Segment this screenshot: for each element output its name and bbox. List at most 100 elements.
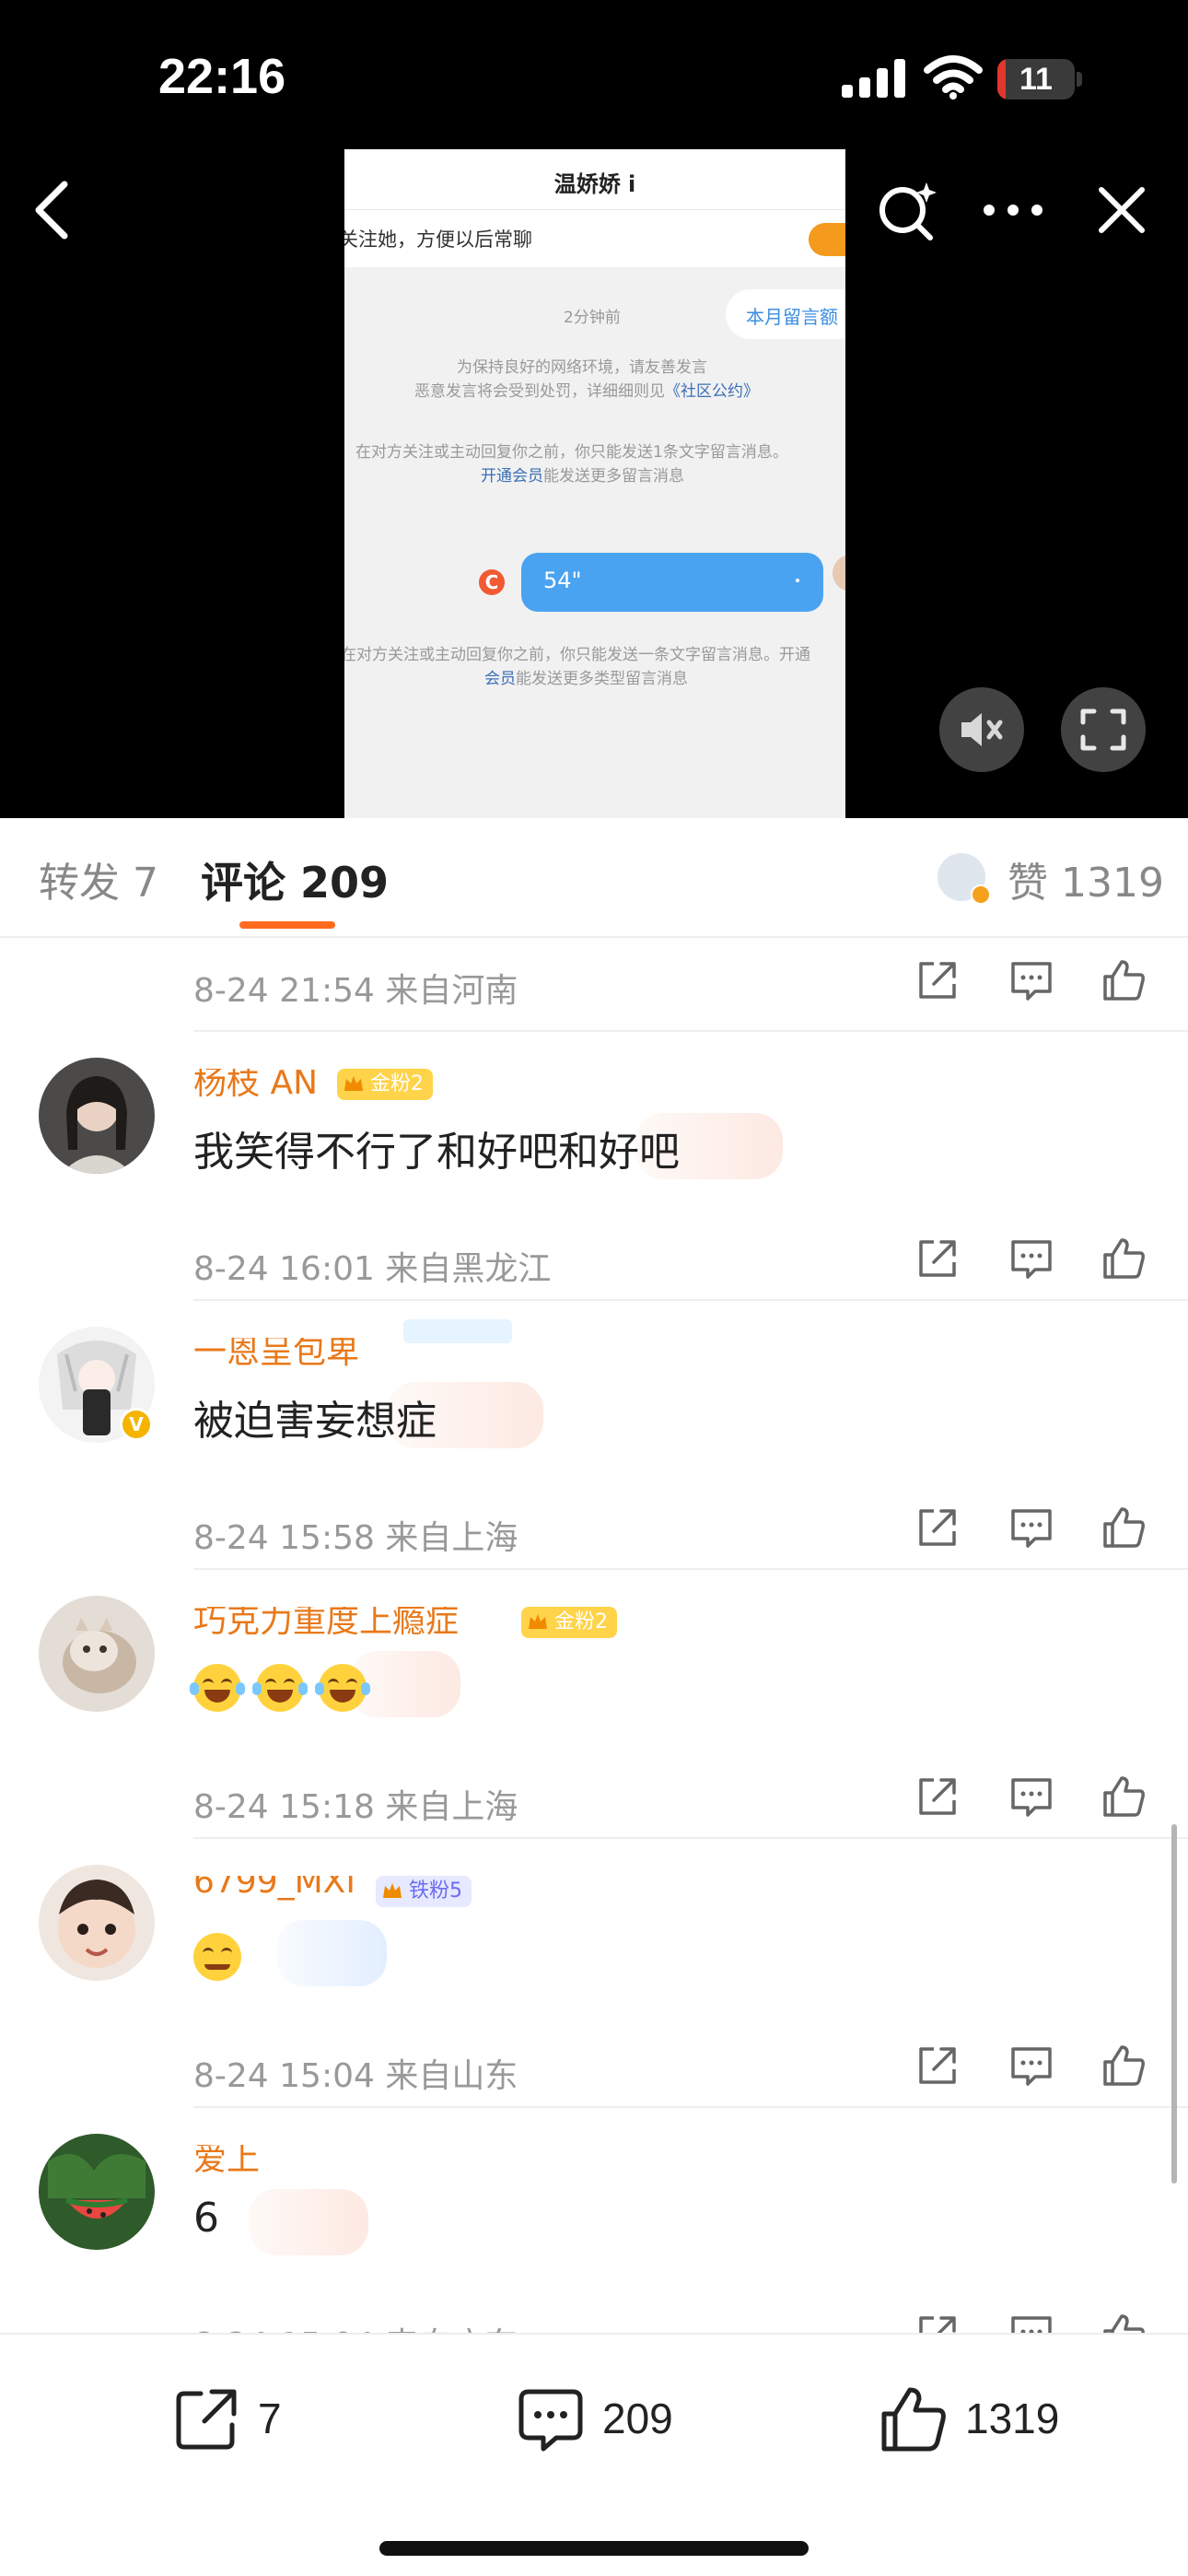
back-icon[interactable] (26, 175, 77, 245)
comment-meta: 8-24 15:04 来自广东 (193, 2318, 518, 2333)
fullscreen-icon (1080, 708, 1126, 751)
comment-meta: 8-24 15:58 来自上海 (193, 1519, 518, 1557)
avatar[interactable] (39, 1865, 155, 1981)
like-count: 1319 (965, 2395, 1060, 2442)
share-icon[interactable] (914, 2311, 961, 2333)
fan-badge (403, 1319, 512, 1343)
comment-item: 爱上 6 8-24 15:04 来自广东 (0, 2106, 1188, 2333)
tab-comments[interactable]: 评论 209 (201, 849, 389, 910)
avatar[interactable] (39, 2134, 155, 2250)
community-rules-link: 《社区公约》 (665, 382, 759, 401)
comment-icon[interactable] (1007, 2311, 1055, 2333)
bottom-action-bar: 7 209 1319 (0, 2333, 1188, 2576)
comment-item: 6799_MXI 铁粉5 8-24 15:04 来自山东 (0, 1837, 1188, 2106)
comment-item: 8-24 21:54 来自河南 (0, 938, 1188, 1021)
thumbs-up-icon[interactable] (1100, 1504, 1147, 1551)
vip-link-2: 会员 (484, 670, 516, 688)
comment-username[interactable]: 一恩呈包卑 (193, 1338, 359, 1373)
quota-label: 本月留言额 (746, 306, 838, 328)
chat-time: 2分钟前 (564, 309, 621, 327)
comment-item: 杨枝 AN 金粉2 我笑得不行了和好吧和好吧 8-24 16:01 来自黑龙江 (0, 1030, 1188, 1299)
share-icon[interactable] (914, 1773, 961, 1821)
comment-emoji (193, 1931, 256, 1981)
tab-likes[interactable]: 赞 1319 (1007, 849, 1164, 908)
voice-duration: 54" (543, 568, 582, 593)
video-frame-chat-screenshot: 温娇娇 i 关注她，方便以后常聊 2分钟前 本月留言额 为保持良好的网络环境，请… (344, 149, 845, 818)
share-icon[interactable] (914, 2042, 961, 2090)
hammer-emoji-icon (193, 1933, 241, 1981)
comment-item: V 一恩呈包卑 被迫害妄想症 8-24 15:58 来自上海 (0, 1299, 1188, 1568)
laugh-cry-emoji-icon (252, 1664, 308, 1712)
vip-link-1: 开通会员 (481, 467, 543, 486)
limit-notice-2a: 在对方关注或主动回复你之前，你只能发送一条文字留言消息。开通 (344, 646, 810, 664)
retry-icon: C (479, 569, 505, 595)
share-icon[interactable] (914, 1235, 961, 1282)
fan-badge: 金粉2 (521, 1607, 617, 1638)
weibo-post-detail: 22:16 11 温娇娇 i 关注她，方便以后常聊 2分钟前 本月留言额 为保持… (0, 0, 1188, 2576)
comment-decoration (276, 1920, 387, 1986)
mute-button[interactable] (939, 687, 1024, 772)
search-sparkle-icon[interactable] (875, 177, 941, 243)
repost-icon (176, 2389, 237, 2450)
chat-title: 温娇娇 i (553, 171, 636, 197)
liker-avatar (936, 851, 991, 905)
comment-username[interactable]: 6799_MXI (193, 1876, 355, 1901)
avatar[interactable] (39, 1058, 155, 1174)
fullscreen-button[interactable] (1061, 687, 1146, 772)
comment-icon (518, 2389, 583, 2452)
sender-avatar (833, 555, 845, 591)
cellular-signal-icon (842, 59, 905, 98)
share-icon[interactable] (914, 1504, 961, 1551)
thumbs-up-icon[interactable] (1100, 1773, 1147, 1821)
status-time: 22:16 (158, 49, 286, 104)
comment-username[interactable]: 杨枝 AN (193, 1069, 318, 1104)
thumbs-up-icon[interactable] (1100, 956, 1147, 1004)
comment-icon[interactable] (1007, 1504, 1055, 1551)
comment-username[interactable]: 巧克力重度上瘾症 (193, 1607, 459, 1642)
comment-emoji (190, 1662, 381, 1712)
laugh-cry-emoji-icon (315, 1664, 370, 1712)
notice-line1: 为保持良好的网络环境，请友善发言 (457, 358, 707, 377)
comment-icon[interactable] (1007, 2042, 1055, 2090)
wifi-icon (924, 55, 983, 100)
comment-icon[interactable] (1007, 956, 1055, 1004)
comment-username[interactable]: 爱上 (193, 2145, 260, 2180)
comment-text: 被迫害妄想症 (193, 1398, 437, 1445)
comment-count: 209 (602, 2395, 673, 2442)
follow-button (809, 223, 845, 256)
avatar[interactable] (39, 1596, 155, 1712)
comment-meta: 8-24 15:18 来自上海 (193, 1788, 518, 1826)
follow-hint: 关注她，方便以后常聊 (344, 228, 532, 251)
thumbs-up-icon (881, 2387, 946, 2452)
comment-decoration (249, 2189, 368, 2255)
fan-badge: 金粉2 (337, 1069, 433, 1100)
limit-notice-2b: 能发送更多类型留言消息 (516, 670, 688, 688)
tab-repost[interactable]: 转发 7 (39, 849, 158, 908)
comment-meta: 8-24 15:04 来自山东 (193, 2057, 518, 2095)
thumbs-up-icon[interactable] (1100, 2042, 1147, 2090)
comment-list[interactable]: 8-24 21:54 来自河南 杨枝 AN 金粉2 我笑得不行了和好吧和好吧 8… (0, 938, 1188, 2333)
speaker-muted-icon (961, 713, 1003, 746)
comment-text: 6 (193, 2195, 219, 2242)
home-indicator (379, 2541, 809, 2556)
close-icon[interactable] (1092, 181, 1151, 240)
status-bar: 22:16 11 (0, 0, 1188, 138)
scrollbar[interactable] (1171, 1824, 1177, 2184)
thumbs-up-icon[interactable] (1100, 2311, 1147, 2333)
crown-icon (529, 1614, 547, 1629)
post-tabs: 转发 7 评论 209 赞 1319 (0, 818, 1188, 938)
comment-icon[interactable] (1007, 1235, 1055, 1282)
crown-icon (383, 1883, 402, 1898)
limit-notice-1b: 能发送更多留言消息 (543, 467, 684, 486)
comment-icon[interactable] (1007, 1773, 1055, 1821)
share-icon[interactable] (914, 956, 961, 1004)
video-player[interactable]: 22:16 11 温娇娇 i 关注她，方便以后常聊 2分钟前 本月留言额 为保持… (0, 0, 1188, 818)
thumbs-up-icon[interactable] (1100, 1235, 1147, 1282)
crown-icon (344, 1076, 363, 1091)
more-icon[interactable] (978, 184, 1048, 236)
laugh-cry-emoji-icon (190, 1664, 245, 1712)
battery-level: 11 (1019, 62, 1053, 97)
notice-line2: 恶意发言将会受到处罚，详细细则见 (414, 382, 665, 401)
comment-meta: 8-24 21:54 来自河南 (193, 972, 518, 1010)
limit-notice-1a: 在对方关注或主动回复你之前，你只能发送1条文字留言消息。 (355, 443, 788, 462)
